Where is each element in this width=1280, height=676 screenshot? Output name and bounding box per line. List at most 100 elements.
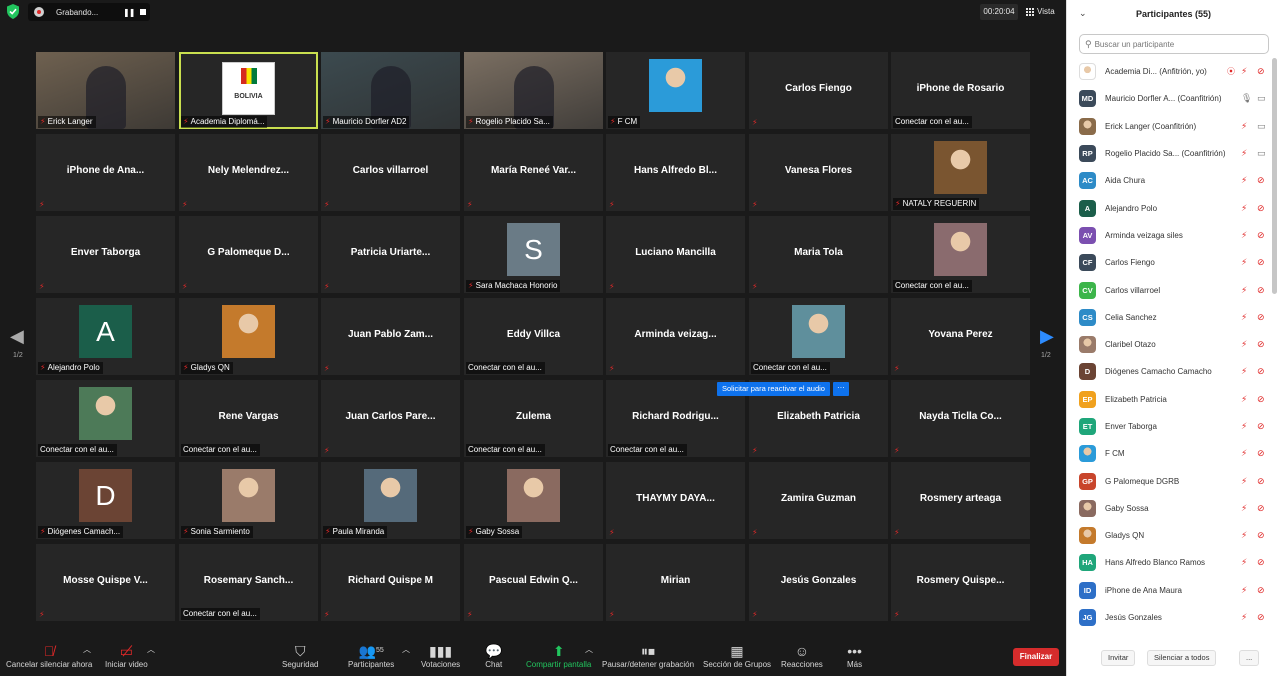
video-off-icon[interactable]: ⊘ [1257, 366, 1265, 377]
participant-tile[interactable]: ⚡ Paula Miranda [321, 462, 460, 539]
more-button[interactable]: ••• Más [847, 642, 862, 669]
participant-tile[interactable]: Juan Carlos Pare... ⚡ [321, 380, 460, 457]
participant-tile[interactable]: ⚡ Gladys QN [179, 298, 318, 375]
participant-tile[interactable]: ⚡ Sonia Sarmiento [179, 462, 318, 539]
participant-tile[interactable]: D ⚡ Diógenes Camach... [36, 462, 175, 539]
video-on-icon[interactable]: ▭ [1257, 121, 1266, 132]
mic-muted-icon[interactable]: ⚡ [1241, 230, 1247, 241]
mic-muted-icon[interactable]: ⚡ [1241, 175, 1247, 186]
participant-row[interactable]: CF Carlos Fiengo ⚡ ⊘ [1067, 249, 1273, 276]
video-off-icon[interactable]: ⊘ [1257, 503, 1265, 514]
participant-tile[interactable]: Conectar con el au... [891, 216, 1030, 293]
mic-muted-icon[interactable]: ⚡ [1241, 66, 1247, 77]
participant-list-scrollbar[interactable] [1272, 58, 1277, 294]
security-button[interactable]: ⛉ Seguridad [282, 642, 318, 669]
request-unmute-button[interactable]: Solicitar para reactivar el audio [717, 382, 830, 396]
panel-more-button[interactable]: ... [1239, 650, 1260, 666]
previous-page-arrow-icon[interactable]: ◀ [10, 326, 24, 347]
participants-button[interactable]: 👥55 Participantes [348, 642, 394, 669]
participant-tile[interactable]: BOLIVIA ⚡ Academia Diplomá... [179, 52, 318, 129]
mic-muted-icon[interactable]: ⚡ [1241, 203, 1247, 214]
mic-muted-icon[interactable]: ⚡ [1241, 476, 1247, 487]
mic-muted-icon[interactable]: ⚡ [1241, 585, 1247, 596]
participant-tile[interactable]: Yovana Perez ⚡ [891, 298, 1030, 375]
participant-tile[interactable]: Vanesa Flores ⚡ [749, 134, 888, 211]
participant-tile[interactable]: Rosmery arteaga ⚡ [891, 462, 1030, 539]
reactions-button[interactable]: ☺ Reacciones [781, 642, 823, 669]
participant-row[interactable]: D Diógenes Camacho Camacho ⚡ ⊘ [1067, 358, 1273, 385]
participant-tile[interactable]: Juan Pablo Zam... ⚡ [321, 298, 460, 375]
participant-tile[interactable]: Rosmery Quispe... ⚡ [891, 544, 1030, 621]
participant-tile[interactable]: ⚡ Erick Langer [36, 52, 175, 129]
share-options-chevron-icon[interactable]: ︿ [585, 644, 593, 655]
mic-muted-icon[interactable]: ⚡ [1241, 421, 1247, 432]
video-off-icon[interactable]: ⊘ [1257, 66, 1265, 77]
participant-tile[interactable]: Patricia Uriarte... ⚡ [321, 216, 460, 293]
participant-tile[interactable]: Eddy Villca Conectar con el au... [464, 298, 603, 375]
participant-tile[interactable]: Richard Quispe M ⚡ [321, 544, 460, 621]
mic-muted-icon[interactable]: ⚡ [1241, 121, 1247, 132]
mic-muted-icon[interactable]: ⚡ [1241, 530, 1247, 541]
participant-tile[interactable]: ⚡ Rogelio Placido Sa... [464, 52, 603, 129]
pause-stop-recording-button[interactable]: ⏸⏹ Pausar/detener grabación [602, 642, 694, 669]
video-off-icon[interactable]: ⊘ [1257, 394, 1265, 405]
participant-row[interactable]: AC Aida Chura ⚡ ⊘ [1067, 167, 1273, 194]
participant-tile[interactable]: Mosse Quispe V... ⚡ [36, 544, 175, 621]
mute-all-button[interactable]: Silenciar a todos [1147, 650, 1217, 666]
video-on-icon[interactable]: ▭ [1257, 148, 1266, 159]
participant-tile[interactable]: ⚡ NATALY REGUERIN [891, 134, 1030, 211]
participant-tile[interactable]: Rene Vargas Conectar con el au... [179, 380, 318, 457]
participant-tile[interactable]: Arminda veizag... ⚡ [606, 298, 745, 375]
participant-row[interactable]: Gladys QN ⚡ ⊘ [1067, 522, 1273, 549]
video-off-icon[interactable]: ⊘ [1257, 257, 1265, 268]
participant-tile[interactable]: A ⚡ Alejandro Polo [36, 298, 175, 375]
mic-muted-icon[interactable]: ⚡ [1241, 148, 1247, 159]
participant-tile[interactable]: Maria Tola ⚡ [749, 216, 888, 293]
participant-tile[interactable]: Luciano Mancilla ⚡ [606, 216, 745, 293]
participant-row[interactable]: CV Carlos villarroel ⚡ ⊘ [1067, 276, 1273, 303]
tile-more-button[interactable]: ··· [832, 382, 849, 396]
stop-recording-icon[interactable] [140, 9, 146, 15]
video-off-icon[interactable]: ⊘ [1257, 421, 1265, 432]
mic-muted-icon[interactable]: ⚡ [1241, 557, 1247, 568]
end-meeting-button[interactable]: Finalizar [1013, 648, 1059, 666]
participant-tile[interactable]: THAYMY DAYA... ⚡ [606, 462, 745, 539]
participant-row[interactable]: RP Rogelio Placido Sa... (Coanfitrión) ⚡ ▭ [1067, 140, 1273, 167]
participant-row[interactable]: Erick Langer (Coanfitrión) ⚡ ▭ [1067, 113, 1273, 140]
video-off-icon[interactable]: ⊘ [1257, 175, 1265, 186]
participant-tile[interactable]: Carlos Fiengo ⚡ [749, 52, 888, 129]
video-off-icon[interactable]: ⊘ [1257, 339, 1265, 350]
participant-row[interactable]: ET Enver Taborga ⚡ ⊘ [1067, 413, 1273, 440]
video-off-icon[interactable]: ⊘ [1257, 557, 1265, 568]
breakout-rooms-button[interactable]: ▦ Sección de Grupos [703, 642, 771, 669]
video-off-icon[interactable]: ⊘ [1257, 476, 1265, 487]
participant-row[interactable]: JG Jesús Gonzales ⚡ ⊘ [1067, 604, 1273, 631]
mic-muted-icon[interactable]: ⚡ [1241, 285, 1247, 296]
participant-row[interactable]: Gaby Sossa ⚡ ⊘ [1067, 495, 1273, 522]
participant-tile[interactable]: Pascual Edwin Q... ⚡ [464, 544, 603, 621]
participant-tile[interactable]: María Reneé Var... ⚡ [464, 134, 603, 211]
participant-tile[interactable]: Conectar con el au... [36, 380, 175, 457]
participant-search[interactable]: ⚲ [1079, 34, 1269, 54]
video-off-icon[interactable]: ⊘ [1257, 585, 1265, 596]
participant-tile[interactable]: Enver Taborga ⚡ [36, 216, 175, 293]
pause-recording-icon[interactable]: ❚❚ [123, 8, 135, 17]
collapse-chevron-icon[interactable]: ⌄ [1079, 8, 1087, 19]
participant-tile[interactable]: Jesús Gonzales ⚡ [749, 544, 888, 621]
participant-tile[interactable]: Zulema Conectar con el au... [464, 380, 603, 457]
participant-row[interactable]: CS Celia Sanchez ⚡ ⊘ [1067, 304, 1273, 331]
participant-row[interactable]: Claribel Otazo ⚡ ⊘ [1067, 331, 1273, 358]
video-off-icon[interactable]: ⊘ [1257, 530, 1265, 541]
participant-tile[interactable]: Zamira Guzman ⚡ [749, 462, 888, 539]
participant-tile[interactable]: iPhone de Rosario Conectar con el au... [891, 52, 1030, 129]
participant-tile[interactable]: S ⚡ Sara Machaca Honorio [464, 216, 603, 293]
mic-muted-icon[interactable]: ⚡ [1241, 312, 1247, 323]
participant-tile[interactable]: Nayda Ticlla Co... ⚡ [891, 380, 1030, 457]
participant-search-input[interactable] [1094, 39, 1265, 49]
video-off-icon[interactable]: ⊘ [1257, 312, 1265, 323]
next-page-arrow-icon[interactable]: ▶ [1040, 326, 1054, 347]
polls-button[interactable]: ▮▮▮ Votaciones [421, 642, 460, 669]
participant-row[interactable]: Academia Di... (Anfitrión, yo) ⦿ ⚡ ⊘ [1067, 58, 1273, 85]
participant-row[interactable]: AV Arminda veizaga siles ⚡ ⊘ [1067, 222, 1273, 249]
participant-row[interactable]: F CM ⚡ ⊘ [1067, 440, 1273, 467]
